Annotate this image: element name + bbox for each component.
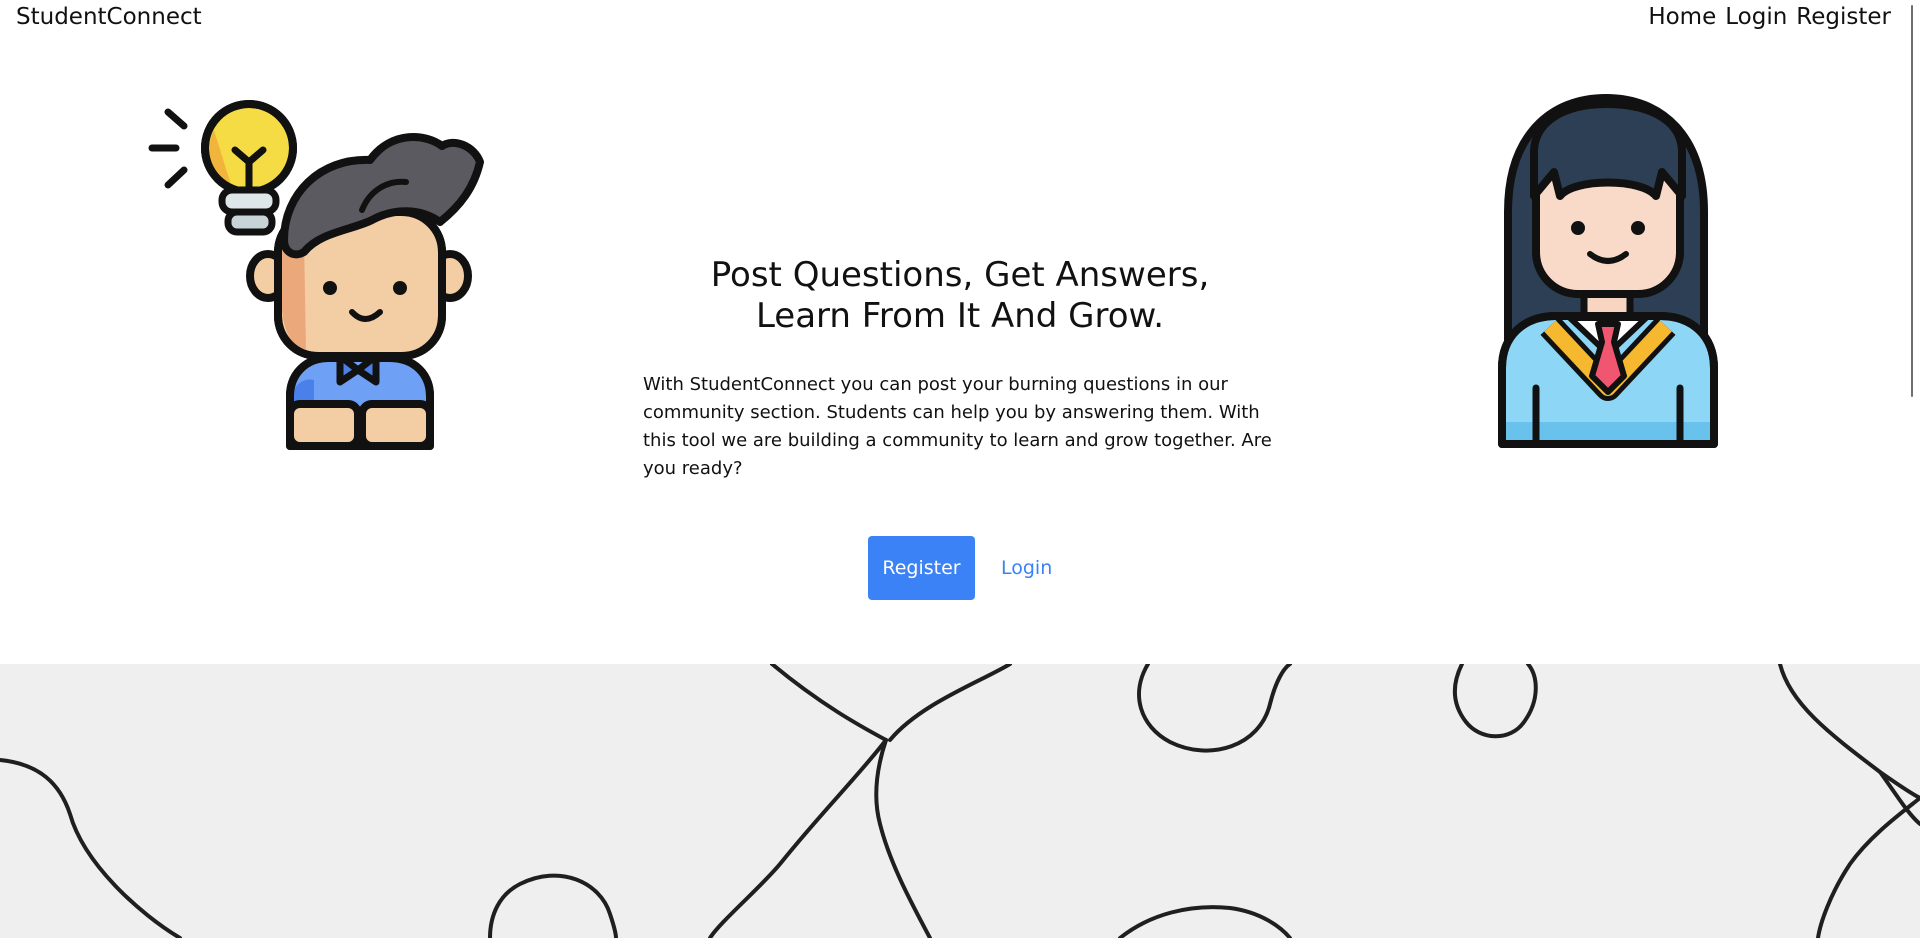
puzzle-pieces-image — [0, 664, 1920, 938]
register-button[interactable]: Register — [868, 536, 975, 600]
scrollbar-thumb[interactable] — [1911, 5, 1913, 397]
brand-logo-text[interactable]: StudentConnect — [16, 4, 202, 30]
hero-section: Post Questions, Get Answers, Learn From … — [643, 255, 1293, 483]
login-link[interactable]: Login — [1001, 557, 1052, 579]
puzzle-pattern-svg — [0, 664, 1920, 938]
hero-title-line-2: Learn From It And Grow. — [755, 296, 1165, 336]
nav-login-link[interactable]: Login — [1725, 4, 1787, 30]
student-with-lightbulb-icon — [148, 100, 484, 450]
graduate-student-icon — [1498, 94, 1718, 448]
nav-links: Home Login Register — [1648, 4, 1891, 30]
cta-group: Register Login — [868, 536, 1052, 600]
top-navbar: StudentConnect Home Login Register — [0, 0, 1903, 36]
hero-description: With StudentConnect you can post your bu… — [643, 374, 1272, 479]
hero-title: Post Questions, Get Answers, Learn From … — [635, 255, 1285, 337]
nav-register-link[interactable]: Register — [1796, 4, 1891, 30]
hero-title-line-1: Post Questions, Get Answers, — [710, 255, 1210, 295]
nav-home-link[interactable]: Home — [1648, 4, 1716, 30]
